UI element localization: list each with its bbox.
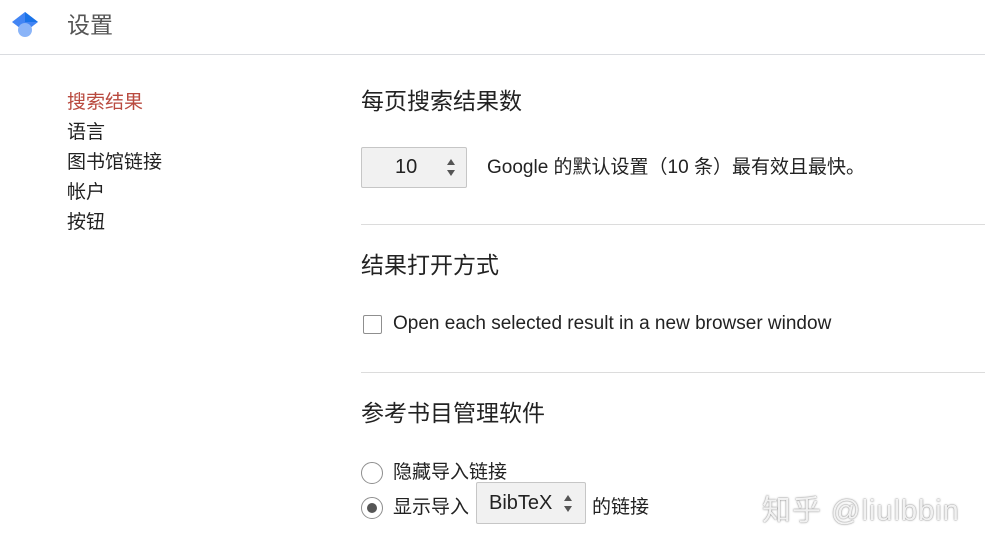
- zhihu-watermark: 知乎 @liulbbin: [762, 495, 960, 527]
- section-divider: [361, 224, 985, 225]
- citation-manager-heading: 参考书目管理软件: [361, 400, 545, 426]
- open-new-window-label[interactable]: Open each selected result in a new brows…: [393, 310, 831, 338]
- sidebar-item-language[interactable]: 语言: [67, 118, 162, 148]
- results-per-page-value: 10: [395, 156, 418, 178]
- sidebar-item-account[interactable]: 帐户: [67, 178, 162, 208]
- show-import-links-radio[interactable]: [361, 497, 383, 519]
- sidebar-item-button[interactable]: 按钮: [67, 208, 162, 238]
- sidebar-item-search-results[interactable]: 搜索结果: [67, 88, 162, 118]
- results-per-page-heading: 每页搜索结果数: [361, 88, 522, 114]
- hide-import-links-radio[interactable]: [361, 462, 383, 484]
- scholar-cap-logo-icon[interactable]: [10, 10, 40, 40]
- settings-sidebar: 搜索结果 语言 图书馆链接 帐户 按钮: [67, 88, 162, 238]
- show-import-links-suffix[interactable]: 的链接: [592, 493, 649, 523]
- results-per-page-select[interactable]: 10: [361, 147, 467, 188]
- updown-arrows-icon: [447, 159, 455, 176]
- results-per-page-description: Google 的默认设置（10 条）最有效且最快。: [487, 157, 865, 178]
- updown-arrows-icon: [564, 495, 572, 512]
- page-title: 设置: [67, 12, 113, 38]
- open-results-heading: 结果打开方式: [361, 252, 499, 278]
- citation-format-value: BibTeX: [489, 492, 553, 514]
- citation-format-select[interactable]: BibTeX: [476, 482, 586, 524]
- section-divider: [361, 372, 985, 373]
- open-new-window-checkbox[interactable]: [363, 315, 382, 334]
- app-header: 设置: [0, 0, 985, 55]
- show-import-links-prefix[interactable]: 显示导入: [393, 493, 469, 523]
- sidebar-item-library-links[interactable]: 图书馆链接: [67, 148, 162, 178]
